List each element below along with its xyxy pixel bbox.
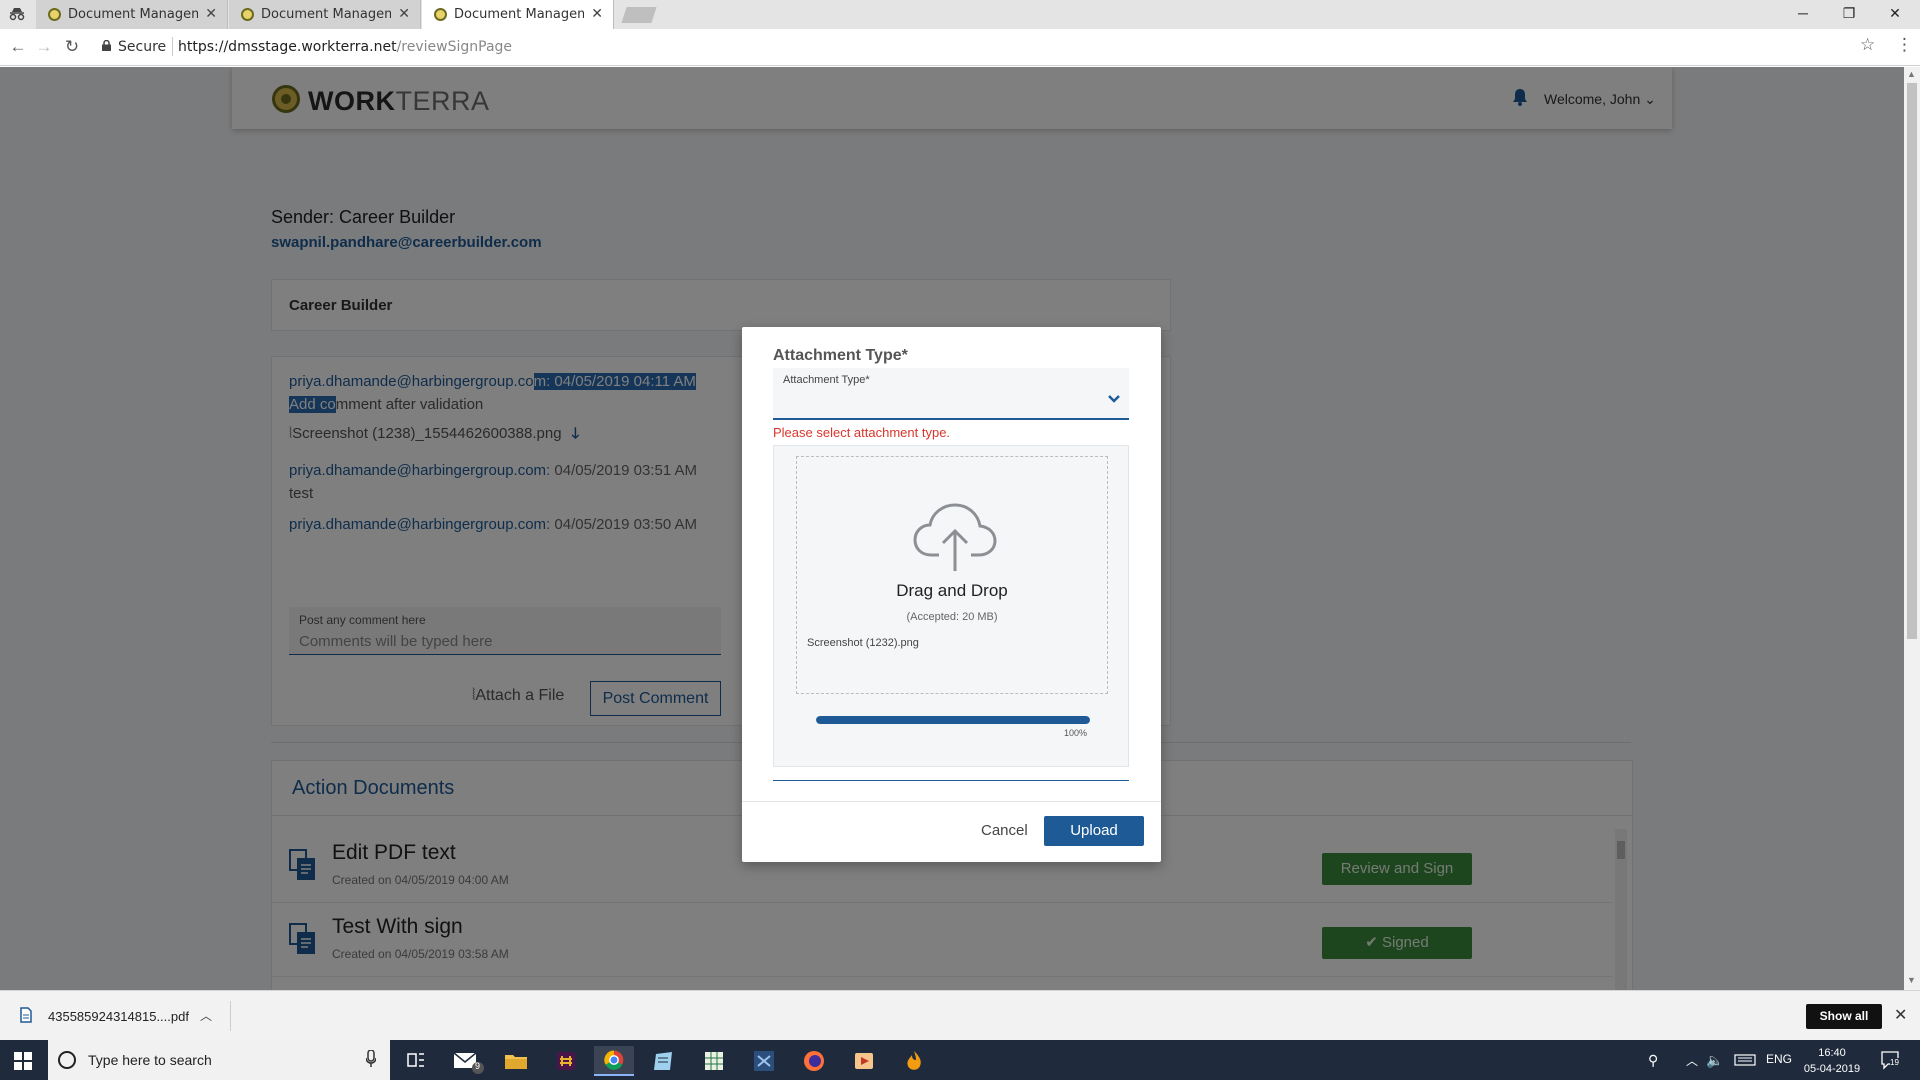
chrome-icon[interactable] bbox=[594, 1046, 634, 1076]
page-content: WORKTERRA Welcome, John ⌄ Sender: Career… bbox=[0, 67, 1904, 990]
windows-start-icon[interactable] bbox=[14, 1052, 32, 1070]
accepted-size-note: (Accepted: 20 MB) bbox=[906, 611, 998, 623]
scrollbar-thumb[interactable] bbox=[1907, 83, 1917, 639]
close-tab-icon[interactable]: ✕ bbox=[591, 5, 603, 22]
flame-app-icon[interactable] bbox=[894, 1046, 934, 1076]
file-icon bbox=[20, 1007, 32, 1023]
back-arrow-icon[interactable]: ← bbox=[8, 37, 28, 57]
microphone-icon[interactable] bbox=[366, 1050, 376, 1068]
upload-progress-bar bbox=[816, 716, 1090, 724]
scroll-down-icon[interactable]: ▼ bbox=[1907, 975, 1916, 985]
modal-title: Attachment Type* bbox=[773, 347, 908, 364]
upload-progress-fill bbox=[816, 716, 1090, 724]
clock-date: 05-04-2019 bbox=[1803, 1063, 1861, 1075]
taskbar-search-placeholder: Type here to search bbox=[88, 1052, 212, 1068]
close-window-icon[interactable]: ✕ bbox=[1872, 0, 1918, 29]
browser-tab-1[interactable]: Document Management ✕ bbox=[36, 0, 228, 29]
input-language[interactable]: ENG bbox=[1766, 1052, 1792, 1066]
validation-error: Please select attachment type. bbox=[773, 425, 951, 440]
upload-button[interactable]: Upload bbox=[1044, 816, 1144, 846]
mail-app-icon[interactable]: 9 bbox=[446, 1046, 486, 1076]
notepad-app-icon[interactable] bbox=[644, 1046, 684, 1076]
people-icon[interactable]: ⚲ bbox=[1648, 1052, 1658, 1069]
attachment-type-select[interactable]: Attachment Type* bbox=[773, 368, 1129, 420]
field-underline bbox=[773, 780, 1129, 781]
close-tab-icon[interactable]: ✕ bbox=[205, 5, 217, 22]
incognito-icon bbox=[9, 8, 25, 21]
maximize-window-icon[interactable]: ❐ bbox=[1826, 0, 1872, 29]
tab-title: Document Management bbox=[454, 7, 584, 22]
visual-studio-icon[interactable] bbox=[744, 1046, 784, 1076]
mail-count-badge: 9 bbox=[475, 1061, 481, 1071]
chevron-up-icon[interactable]: ︿ bbox=[200, 1007, 212, 1024]
slack-icon[interactable] bbox=[546, 1046, 586, 1076]
notification-count: 19 bbox=[1890, 1058, 1899, 1067]
download-divider bbox=[230, 1001, 231, 1031]
keyboard-icon[interactable] bbox=[1734, 1054, 1756, 1066]
minimize-window-icon[interactable]: ─ bbox=[1780, 0, 1826, 29]
file-explorer-icon[interactable] bbox=[496, 1046, 536, 1076]
lock-icon bbox=[102, 40, 111, 51]
browser-menu-icon[interactable]: ⋮ bbox=[1896, 35, 1913, 55]
address-bar[interactable]: Secure https://dmsstage.workterra.net/re… bbox=[96, 34, 1866, 61]
browser-tab-bar: Document Management ✕ Document Managemen… bbox=[0, 0, 1920, 29]
tab-title: Document Management bbox=[68, 7, 198, 22]
modal-footer-divider bbox=[742, 801, 1161, 802]
workterra-favicon-icon bbox=[434, 8, 447, 21]
bookmark-star-icon[interactable]: ☆ bbox=[1860, 35, 1875, 55]
browser-tab-2[interactable]: Document Management ✕ bbox=[229, 0, 421, 29]
workterra-favicon-icon bbox=[48, 8, 61, 21]
cloud-upload-icon bbox=[913, 503, 997, 571]
attachment-type-label: Attachment Type* bbox=[783, 374, 870, 386]
upload-area: Drag and Drop (Accepted: 20 MB) Screensh… bbox=[773, 445, 1129, 767]
action-center-icon[interactable]: 19 bbox=[1880, 1050, 1902, 1070]
browser-tab-3[interactable]: Document Management ✕ bbox=[422, 0, 614, 29]
browser-toolbar: ← → ↻ Secure https://dmsstage.workterra.… bbox=[0, 29, 1920, 66]
upload-progress-label: 100% bbox=[1064, 728, 1088, 738]
url-host: https://dmsstage.workterra.net bbox=[178, 39, 397, 55]
volume-icon[interactable]: 🔈 bbox=[1706, 1052, 1723, 1069]
secure-label: Secure bbox=[118, 39, 167, 55]
cortana-icon bbox=[58, 1051, 76, 1069]
tab-title: Document Management bbox=[261, 7, 391, 22]
url-text[interactable]: https://dmsstage.workterra.net/reviewSig… bbox=[178, 39, 512, 55]
forward-arrow-icon[interactable]: → bbox=[34, 37, 54, 57]
spreadsheet-app-icon[interactable] bbox=[694, 1046, 734, 1076]
media-player-icon[interactable] bbox=[844, 1046, 884, 1076]
system-clock[interactable]: 16:40 05-04-2019 bbox=[1802, 1045, 1862, 1077]
new-tab-button[interactable] bbox=[621, 7, 657, 23]
downloaded-file-name[interactable]: 435585924314815....pdf bbox=[48, 1009, 189, 1024]
selected-file-name: Screenshot (1232).png bbox=[807, 637, 919, 649]
url-path: /reviewSignPage bbox=[396, 39, 513, 55]
page-scrollbar[interactable]: ▲ ▼ bbox=[1904, 67, 1920, 990]
taskbar-search-box[interactable]: Type here to search bbox=[48, 1040, 390, 1080]
chevron-down-icon bbox=[1108, 395, 1120, 403]
windows-taskbar: Type here to search 9 ⚲ ︿ 🔈 ENG 16:40 05… bbox=[0, 1040, 1920, 1080]
clock-time: 16:40 bbox=[1818, 1047, 1846, 1059]
cancel-button[interactable]: Cancel bbox=[981, 822, 1028, 839]
show-hidden-icons-chevron-icon[interactable]: ︿ bbox=[1686, 1052, 1698, 1069]
show-all-downloads-button[interactable]: Show all bbox=[1806, 1004, 1882, 1029]
task-view-icon[interactable] bbox=[396, 1046, 436, 1076]
firefox-icon[interactable] bbox=[794, 1046, 834, 1076]
omnibox-divider bbox=[172, 37, 173, 56]
download-bar: 435585924314815....pdf ︿ Show all ✕ bbox=[0, 990, 1920, 1040]
workterra-favicon-icon bbox=[241, 8, 254, 21]
drag-and-drop-zone[interactable]: Drag and Drop (Accepted: 20 MB) Screensh… bbox=[796, 456, 1108, 694]
drag-and-drop-title: Drag and Drop bbox=[896, 581, 1008, 600]
close-tab-icon[interactable]: ✕ bbox=[398, 5, 410, 22]
reload-icon[interactable]: ↻ bbox=[62, 37, 82, 57]
close-download-bar-icon[interactable]: ✕ bbox=[1894, 1005, 1907, 1025]
scroll-up-icon[interactable]: ▲ bbox=[1907, 69, 1916, 79]
upload-attachment-modal: Attachment Type* Attachment Type* Please… bbox=[742, 327, 1161, 862]
